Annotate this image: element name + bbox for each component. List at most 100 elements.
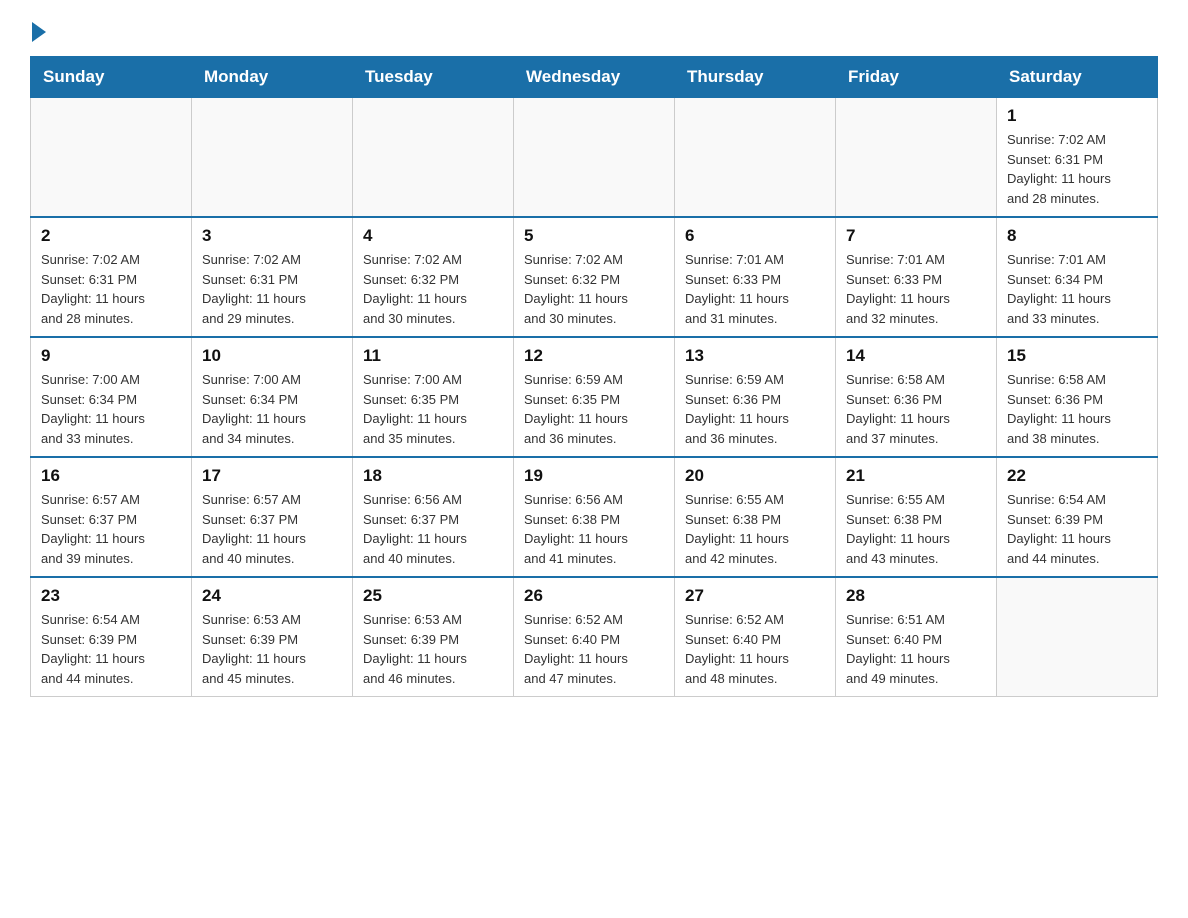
day-of-week-header: Friday [836,57,997,98]
day-number: 24 [202,586,342,606]
calendar-day-cell: 16Sunrise: 6:57 AM Sunset: 6:37 PM Dayli… [31,457,192,577]
calendar-day-cell: 28 Sunrise: 6:51 AM Sunset: 6:40 PM Dayli… [836,577,997,697]
calendar-day-cell: 19Sunrise: 6:56 AM Sunset: 6:38 PM Dayli… [514,457,675,577]
day-info: Sunrise: 6:54 AM Sunset: 6:39 PM Dayligh… [1007,490,1147,568]
day-info: Sunrise: 6:58 AM Sunset: 6:36 PM Dayligh… [846,370,986,448]
calendar-day-cell: 24 Sunrise: 6:53 AM Sunset: 6:39 PM Dayli… [192,577,353,697]
calendar-day-cell [31,98,192,218]
day-number: 13 [685,346,825,366]
calendar-day-cell: 13 Sunrise: 6:59 AM Sunset: 6:36 PM Dayli… [675,337,836,457]
day-info: Sunrise: 7:02 AM Sunset: 6:31 PM Dayligh… [1007,130,1147,208]
day-of-week-header: Saturday [997,57,1158,98]
day-number: 2 [41,226,181,246]
day-info: Sunrise: 7:02 AM Sunset: 6:32 PM Dayligh… [524,250,664,328]
calendar-day-cell: 17 Sunrise: 6:57 AM Sunset: 6:37 PM Dayli… [192,457,353,577]
calendar-day-cell: 27 Sunrise: 6:52 AM Sunset: 6:40 PM Dayli… [675,577,836,697]
calendar-day-cell [675,98,836,218]
day-info: Sunrise: 6:52 AM Sunset: 6:40 PM Dayligh… [685,610,825,688]
day-info: Sunrise: 7:02 AM Sunset: 6:31 PM Dayligh… [41,250,181,328]
day-number: 14 [846,346,986,366]
day-number: 18 [363,466,503,486]
calendar-day-cell: 18 Sunrise: 6:56 AM Sunset: 6:37 PM Dayli… [353,457,514,577]
calendar-week-row: 1 Sunrise: 7:02 AM Sunset: 6:31 PM Daylig… [31,98,1158,218]
day-info: Sunrise: 7:00 AM Sunset: 6:34 PM Dayligh… [41,370,181,448]
day-info: Sunrise: 6:59 AM Sunset: 6:35 PM Dayligh… [524,370,664,448]
day-number: 12 [524,346,664,366]
calendar-day-cell: 21 Sunrise: 6:55 AM Sunset: 6:38 PM Dayli… [836,457,997,577]
day-number: 10 [202,346,342,366]
day-info: Sunrise: 6:53 AM Sunset: 6:39 PM Dayligh… [363,610,503,688]
calendar-day-cell: 26Sunrise: 6:52 AM Sunset: 6:40 PM Dayli… [514,577,675,697]
calendar-day-cell: 2 Sunrise: 7:02 AM Sunset: 6:31 PM Daylig… [31,217,192,337]
day-info: Sunrise: 7:00 AM Sunset: 6:35 PM Dayligh… [363,370,503,448]
day-of-week-header: Thursday [675,57,836,98]
logo [30,20,46,38]
calendar-day-cell [353,98,514,218]
day-number: 15 [1007,346,1147,366]
calendar-day-cell: 7 Sunrise: 7:01 AM Sunset: 6:33 PM Daylig… [836,217,997,337]
day-number: 6 [685,226,825,246]
calendar-day-cell: 1 Sunrise: 7:02 AM Sunset: 6:31 PM Daylig… [997,98,1158,218]
day-number: 23 [41,586,181,606]
calendar-day-cell: 14 Sunrise: 6:58 AM Sunset: 6:36 PM Dayli… [836,337,997,457]
day-of-week-header: Monday [192,57,353,98]
day-number: 21 [846,466,986,486]
day-info: Sunrise: 6:54 AM Sunset: 6:39 PM Dayligh… [41,610,181,688]
day-number: 8 [1007,226,1147,246]
day-info: Sunrise: 7:02 AM Sunset: 6:32 PM Dayligh… [363,250,503,328]
day-number: 1 [1007,106,1147,126]
page-header [30,20,1158,38]
calendar-day-cell [514,98,675,218]
calendar-day-cell: 15 Sunrise: 6:58 AM Sunset: 6:36 PM Dayli… [997,337,1158,457]
day-number: 27 [685,586,825,606]
calendar-week-row: 2 Sunrise: 7:02 AM Sunset: 6:31 PM Daylig… [31,217,1158,337]
calendar-day-cell: 25 Sunrise: 6:53 AM Sunset: 6:39 PM Dayli… [353,577,514,697]
day-info: Sunrise: 7:01 AM Sunset: 6:33 PM Dayligh… [685,250,825,328]
calendar-day-cell: 5 Sunrise: 7:02 AM Sunset: 6:32 PM Daylig… [514,217,675,337]
calendar-header-row: SundayMondayTuesdayWednesdayThursdayFrid… [31,57,1158,98]
day-number: 20 [685,466,825,486]
day-info: Sunrise: 6:53 AM Sunset: 6:39 PM Dayligh… [202,610,342,688]
calendar-day-cell: 22 Sunrise: 6:54 AM Sunset: 6:39 PM Dayli… [997,457,1158,577]
calendar-day-cell: 10 Sunrise: 7:00 AM Sunset: 6:34 PM Dayli… [192,337,353,457]
day-number: 11 [363,346,503,366]
day-info: Sunrise: 7:01 AM Sunset: 6:34 PM Dayligh… [1007,250,1147,328]
calendar-day-cell: 11 Sunrise: 7:00 AM Sunset: 6:35 PM Dayli… [353,337,514,457]
calendar-day-cell: 6 Sunrise: 7:01 AM Sunset: 6:33 PM Daylig… [675,217,836,337]
day-info: Sunrise: 7:00 AM Sunset: 6:34 PM Dayligh… [202,370,342,448]
calendar-day-cell: 12 Sunrise: 6:59 AM Sunset: 6:35 PM Dayli… [514,337,675,457]
day-info: Sunrise: 6:56 AM Sunset: 6:37 PM Dayligh… [363,490,503,568]
day-info: Sunrise: 6:57 AM Sunset: 6:37 PM Dayligh… [202,490,342,568]
day-number: 22 [1007,466,1147,486]
day-of-week-header: Wednesday [514,57,675,98]
day-number: 9 [41,346,181,366]
day-info: Sunrise: 6:59 AM Sunset: 6:36 PM Dayligh… [685,370,825,448]
day-info: Sunrise: 6:52 AM Sunset: 6:40 PM Dayligh… [524,610,664,688]
calendar-day-cell: 9 Sunrise: 7:00 AM Sunset: 6:34 PM Daylig… [31,337,192,457]
calendar-day-cell [836,98,997,218]
day-number: 28 [846,586,986,606]
calendar-week-row: 23 Sunrise: 6:54 AM Sunset: 6:39 PM Dayli… [31,577,1158,697]
day-number: 17 [202,466,342,486]
calendar-day-cell: 3Sunrise: 7:02 AM Sunset: 6:31 PM Daylig… [192,217,353,337]
day-number: 16 [41,466,181,486]
logo-arrow-icon [32,22,46,42]
calendar-day-cell: 23 Sunrise: 6:54 AM Sunset: 6:39 PM Dayli… [31,577,192,697]
day-number: 25 [363,586,503,606]
calendar-day-cell: 8 Sunrise: 7:01 AM Sunset: 6:34 PM Daylig… [997,217,1158,337]
day-info: Sunrise: 7:02 AM Sunset: 6:31 PM Dayligh… [202,250,342,328]
day-info: Sunrise: 6:55 AM Sunset: 6:38 PM Dayligh… [685,490,825,568]
day-info: Sunrise: 6:56 AM Sunset: 6:38 PM Dayligh… [524,490,664,568]
day-info: Sunrise: 6:58 AM Sunset: 6:36 PM Dayligh… [1007,370,1147,448]
day-number: 4 [363,226,503,246]
day-of-week-header: Sunday [31,57,192,98]
calendar-week-row: 9 Sunrise: 7:00 AM Sunset: 6:34 PM Daylig… [31,337,1158,457]
calendar-day-cell [192,98,353,218]
day-number: 7 [846,226,986,246]
day-info: Sunrise: 6:51 AM Sunset: 6:40 PM Dayligh… [846,610,986,688]
calendar-day-cell: 4 Sunrise: 7:02 AM Sunset: 6:32 PM Daylig… [353,217,514,337]
calendar-week-row: 16 Sunrise: 6:57 AM Sunset: 6:37 PM Dayli… [31,457,1158,577]
day-info: Sunrise: 6:55 AM Sunset: 6:38 PM Dayligh… [846,490,986,568]
day-info: Sunrise: 7:01 AM Sunset: 6:33 PM Dayligh… [846,250,986,328]
day-number: 5 [524,226,664,246]
